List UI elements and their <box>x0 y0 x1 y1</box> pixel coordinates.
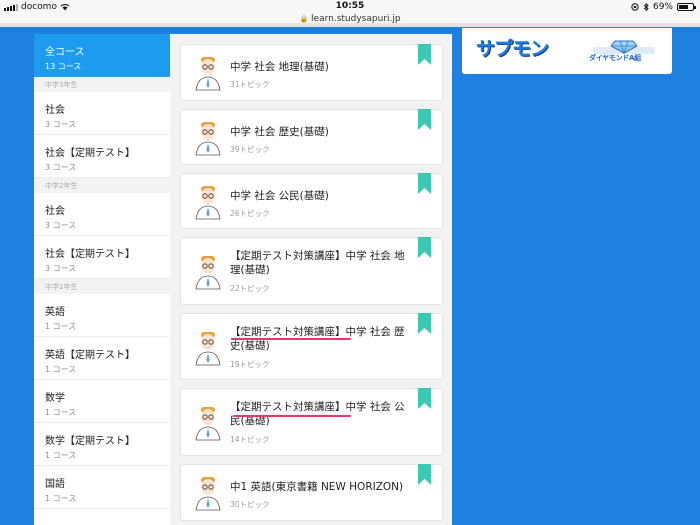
course-card[interactable]: 中学 社会 地理(基礎) 31トピック <box>180 44 443 101</box>
sidebar-item-label: 全コース <box>45 47 85 58</box>
sidebar-item-english-exam[interactable]: 英語【定期テスト】 1 コース <box>34 337 170 380</box>
bookmark-icon[interactable] <box>418 313 431 334</box>
course-title: 中学 社会 歴史(基礎) <box>230 126 329 138</box>
sidebar-item-english[interactable]: 英語 1 コース <box>34 294 170 337</box>
course-title: 【定期テスト対策講座】中学 社会 公民(基礎) <box>230 401 405 427</box>
sidebar-item-all-courses[interactable]: 全コース 13 コース <box>34 34 170 77</box>
sidebar-item-label: 社会【定期テスト】 <box>45 148 135 159</box>
sidebar-item-count: 3 コース <box>45 221 77 230</box>
teacher-avatar-icon <box>195 407 221 441</box>
sidebar-item-count: 1 コース <box>45 494 77 503</box>
sidebar-item-count: 13 コース <box>45 62 82 71</box>
sidebar-item-count: 3 コース <box>45 163 77 172</box>
status-bar: docomo 10:55 69% <box>0 0 700 14</box>
sidebar-group-header: 中学3年生 <box>34 77 170 92</box>
course-title: 中学 社会 地理(基礎) <box>230 61 329 73</box>
course-category-sidebar: 全コース 13 コース 中学3年生 社会 3 コース 社会【定期テスト】 3 コ… <box>34 34 170 525</box>
sidebar-item-label: 数学 <box>45 393 65 404</box>
address-bar[interactable]: 🔒 learn.studysapuri.jp <box>0 14 700 27</box>
course-topic-count: 22トピック <box>230 284 270 293</box>
tab-strip <box>0 23 700 27</box>
course-topic-count: 14トピック <box>230 435 270 444</box>
course-card[interactable]: 中学 社会 歴史(基礎) 39トピック <box>180 109 443 165</box>
sidebar-item-count: 1 コース <box>45 322 77 331</box>
course-topic-count: 26トピック <box>230 209 270 218</box>
sidebar-item-social-studies-exam[interactable]: 社会【定期テスト】 3 コース <box>34 135 170 178</box>
sidebar-item-label: 国語 <box>45 479 65 490</box>
sidebar-item-label: 英語【定期テスト】 <box>45 350 135 361</box>
sidebar-item-count: 3 コース <box>45 120 77 129</box>
sidebar-group-header: 中学1年生 <box>34 279 170 294</box>
diamond-class-logo[interactable]: ダイヤモンドA組 <box>585 38 663 66</box>
bookmark-icon[interactable] <box>418 44 431 65</box>
diamond-icon <box>593 40 655 54</box>
teacher-avatar-icon <box>195 122 221 156</box>
bluetooth-icon <box>643 3 649 11</box>
teacher-avatar-icon <box>195 332 221 366</box>
clock: 10:55 <box>335 1 365 11</box>
highlight-underline <box>231 338 351 340</box>
bookmark-icon[interactable] <box>418 388 431 409</box>
sidebar-item-math-exam[interactable]: 数学【定期テスト】 1 コース <box>34 423 170 466</box>
sidebar-item-japanese[interactable]: 国語 1 コース <box>34 466 170 509</box>
battery-percentage: 69% <box>652 2 673 12</box>
sidebar-item-label: 英語 <box>45 307 65 318</box>
course-title: 中1 英語(東京書籍 NEW HORIZON) <box>230 481 404 493</box>
sidebar-group-header: 中学2年生 <box>34 178 170 193</box>
course-topic-count: 31トピック <box>230 80 270 89</box>
sidebar-item-label: 数学【定期テスト】 <box>45 436 135 447</box>
teacher-avatar-icon <box>195 57 221 91</box>
sidebar-item-label: 社会 <box>45 105 65 116</box>
sidebar-item-count: 1 コース <box>45 451 77 460</box>
course-card[interactable]: 【定期テスト対策講座】中学 社会 公民(基礎) 14トピック <box>180 388 443 456</box>
teacher-avatar-icon <box>195 256 221 290</box>
course-topic-count: 30トピック <box>230 500 270 509</box>
course-title: 中学 社会 公民(基礎) <box>230 190 329 202</box>
course-title: 【定期テスト対策講座】中学 社会 地理(基礎) <box>230 250 405 276</box>
sidebar-item-social-studies[interactable]: 社会 3 コース <box>34 193 170 236</box>
battery-icon <box>677 3 696 11</box>
bookmark-icon[interactable] <box>418 464 431 485</box>
course-card[interactable]: 中1 英語(東京書籍 NEW HORIZON) 30トピック <box>180 464 443 521</box>
rotation-lock-icon <box>631 3 639 11</box>
sidebar-item-count: 1 コース <box>45 408 77 417</box>
bookmark-icon[interactable] <box>418 109 431 130</box>
sidebar-item-count: 1 コース <box>45 365 77 374</box>
course-card[interactable]: 【定期テスト対策講座】中学 社会 歴史(基礎) 19トピック <box>180 313 443 380</box>
bookmark-icon[interactable] <box>418 173 431 194</box>
sapumon-logo[interactable]: サプモン <box>476 34 549 61</box>
sidebar-item-label: 社会【定期テスト】 <box>45 249 135 260</box>
highlight-underline <box>233 415 351 417</box>
sidebar-item-math[interactable]: 数学 1 コース <box>34 380 170 423</box>
sidebar-item-social-studies[interactable]: 社会 3 コース <box>34 92 170 135</box>
sidebar-item-label: 社会 <box>45 206 65 217</box>
course-card[interactable]: 【定期テスト対策講座】中学 社会 地理(基礎) 22トピック <box>180 237 443 305</box>
course-card[interactable]: 中学 社会 公民(基礎) 26トピック <box>180 173 443 229</box>
course-topic-count: 19トピック <box>230 360 270 369</box>
course-list: 中学 社会 地理(基礎) 31トピック 中学 社会 歴史(基礎) 39トピック … <box>170 34 452 525</box>
bookmark-icon[interactable] <box>418 237 431 258</box>
promo-banner[interactable]: サプモン ダイヤモンドA組 <box>462 28 672 74</box>
lock-icon: 🔒 <box>299 15 309 23</box>
sidebar-item-count: 3 コース <box>45 264 77 273</box>
sidebar-item-social-studies-exam[interactable]: 社会【定期テスト】 3 コース <box>34 236 170 279</box>
teacher-avatar-icon <box>195 186 221 220</box>
teacher-avatar-icon <box>195 477 221 511</box>
diamond-class-text: ダイヤモンドA組 <box>589 54 641 62</box>
course-topic-count: 39トピック <box>230 145 270 154</box>
